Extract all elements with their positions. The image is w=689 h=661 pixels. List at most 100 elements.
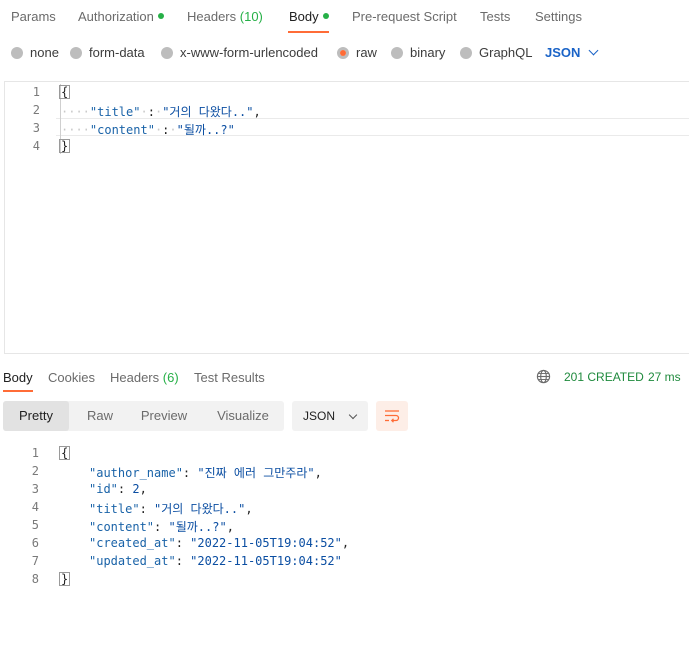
- code-line: }: [59, 572, 71, 586]
- code-line: "content": "될까..?",: [89, 520, 234, 534]
- globe-icon[interactable]: [536, 369, 551, 384]
- tab-headers-count: (10): [239, 9, 263, 24]
- view-mode-selector: Pretty Raw Preview Visualize: [3, 401, 284, 431]
- json-key: "title": [89, 502, 140, 516]
- code-line: "id": 2,: [89, 482, 147, 496]
- tab-tests[interactable]: Tests: [480, 9, 510, 24]
- line-number: 7: [31, 554, 39, 568]
- line-number: 3: [31, 482, 39, 496]
- line-number: 2: [32, 103, 40, 117]
- response-format-label: JSON: [303, 409, 336, 423]
- wrap-lines-button[interactable]: [376, 401, 408, 431]
- open-brace: {: [59, 85, 71, 99]
- tab-headers-label: Headers: [187, 9, 237, 24]
- raw-format-select[interactable]: JSON: [545, 45, 599, 60]
- tab-headers[interactable]: Headers (10): [187, 9, 263, 24]
- json-value: "2022-11-05T19:04:52": [190, 554, 342, 568]
- code-line: }: [59, 139, 71, 153]
- tab-response-headers-label: Headers: [110, 370, 160, 385]
- open-brace: {: [59, 446, 71, 460]
- line-number: 1: [31, 446, 39, 460]
- active-tab-indicator: [288, 31, 329, 33]
- code-line: "updated_at": "2022-11-05T19:04:52": [89, 554, 342, 568]
- json-key: "created_at": [89, 536, 176, 550]
- response-format-select[interactable]: JSON: [292, 401, 368, 431]
- code-line: "author_name": "진짜 에러 그만주라",: [89, 466, 322, 480]
- line-number: 3: [32, 121, 40, 135]
- json-key: "content": [89, 520, 155, 534]
- tab-cookies[interactable]: Cookies: [48, 370, 95, 385]
- body-type-none[interactable]: none: [11, 45, 59, 60]
- response-time[interactable]: 27 ms: [648, 370, 681, 384]
- code-line: ····"title"·:·"거의 다왔다..",: [61, 105, 261, 119]
- body-type-graphql-label: GraphQL: [479, 45, 533, 60]
- tab-settings[interactable]: Settings: [535, 9, 582, 24]
- active-tab-indicator: [3, 390, 33, 392]
- response-status[interactable]: 201 CREATED: [564, 370, 644, 384]
- raw-format-label: JSON: [545, 45, 581, 60]
- chevron-down-icon: [588, 45, 599, 56]
- code-line: {: [59, 446, 71, 460]
- json-value: 2: [132, 482, 140, 496]
- body-type-none-label: none: [30, 45, 59, 60]
- line-number: 2: [31, 464, 39, 478]
- json-key: "id": [89, 482, 118, 496]
- json-value: "2022-11-05T19:04:52": [190, 536, 342, 550]
- view-mode-raw[interactable]: Raw: [69, 401, 131, 431]
- close-brace: }: [59, 139, 71, 153]
- json-key: "updated_at": [89, 554, 176, 568]
- chevron-down-icon: [348, 410, 358, 419]
- code-line: {: [59, 85, 71, 99]
- line-number: 8: [31, 572, 39, 586]
- code-line: "title": "거의 다왔다..",: [89, 502, 253, 516]
- radio-icon: [391, 46, 403, 59]
- view-mode-preview[interactable]: Preview: [131, 401, 197, 431]
- body-type-binary-label: binary: [410, 45, 446, 60]
- json-value: "될까..?": [168, 520, 227, 534]
- json-value: "거의 다왔다..": [154, 502, 246, 516]
- body-type-urlencoded-label: x-www-form-urlencoded: [180, 45, 318, 60]
- body-type-form-data-label: form-data: [89, 45, 145, 60]
- code-line: ····"content"·:·"될까..?": [61, 123, 235, 137]
- radio-icon: [11, 46, 23, 59]
- json-key: "content": [89, 123, 155, 137]
- body-type-raw-label: raw: [356, 45, 377, 60]
- body-type-urlencoded[interactable]: x-www-form-urlencoded: [161, 45, 318, 60]
- json-value: "될까..?": [176, 123, 235, 137]
- body-type-form-data[interactable]: form-data: [70, 45, 145, 60]
- body-type-graphql[interactable]: GraphQL: [460, 45, 532, 60]
- body-type-binary[interactable]: binary: [391, 45, 445, 60]
- tab-response-body[interactable]: Body: [3, 370, 33, 385]
- view-mode-visualize[interactable]: Visualize: [206, 401, 280, 431]
- code-line: "created_at": "2022-11-05T19:04:52",: [89, 536, 350, 550]
- status-dot-icon: [157, 13, 164, 19]
- radio-checked-icon: [337, 46, 349, 59]
- wrap-lines-icon: [385, 410, 400, 423]
- radio-icon: [70, 46, 82, 59]
- close-brace: }: [59, 572, 71, 586]
- status-dot-icon: [322, 13, 329, 19]
- tab-pre-request-script[interactable]: Pre-request Script: [352, 9, 457, 24]
- radio-icon: [161, 46, 173, 59]
- body-type-raw[interactable]: raw: [337, 45, 377, 60]
- line-number: 5: [31, 518, 39, 532]
- tab-test-results[interactable]: Test Results: [194, 370, 265, 385]
- line-number: 1: [32, 85, 40, 99]
- line-number: 6: [31, 536, 39, 550]
- tab-response-headers[interactable]: Headers (6): [110, 370, 179, 385]
- json-value: "진짜 에러 그만주라": [197, 466, 315, 480]
- json-value: "거의 다왔다..": [162, 105, 254, 119]
- tab-params[interactable]: Params: [11, 9, 56, 24]
- tab-authorization-label: Authorization: [78, 9, 154, 24]
- tab-body-label: Body: [289, 9, 319, 24]
- tab-body[interactable]: Body: [289, 9, 329, 24]
- radio-icon: [460, 46, 472, 59]
- line-number: 4: [32, 139, 40, 153]
- view-mode-pretty[interactable]: Pretty: [3, 401, 69, 431]
- tab-authorization[interactable]: Authorization: [78, 9, 164, 24]
- line-number: 4: [31, 500, 39, 514]
- request-tabs: Params Authorization Headers (10) Body P…: [0, 0, 689, 34]
- json-key: "author_name": [89, 466, 183, 480]
- json-key: "title": [89, 105, 141, 119]
- tab-response-headers-count: (6): [162, 370, 179, 385]
